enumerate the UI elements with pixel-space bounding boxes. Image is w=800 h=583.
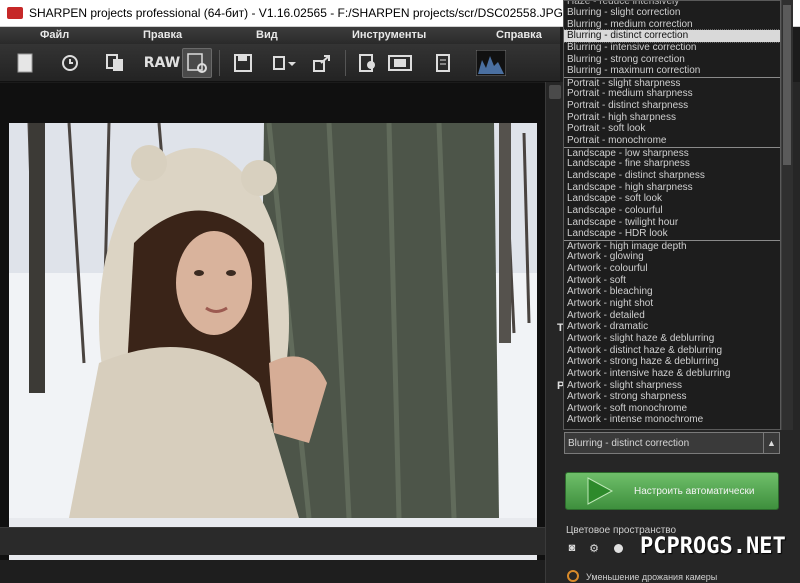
color-space-radio[interactable] xyxy=(614,544,623,553)
menu-tools[interactable]: Инструменты xyxy=(352,27,426,44)
auto-adjust-button[interactable]: Настроить автоматически xyxy=(565,472,779,510)
preset-list-item[interactable]: Landscape - HDR look xyxy=(564,228,780,240)
play-icon xyxy=(587,477,614,505)
app-logo-icon xyxy=(7,7,23,19)
film-button[interactable] xyxy=(385,48,415,78)
settings-icon[interactable]: ⚙ xyxy=(587,542,601,556)
histogram-button[interactable] xyxy=(475,48,507,78)
preset-list-item[interactable]: Artwork - slight haze & deblurring xyxy=(564,333,780,345)
preset-list-item[interactable]: Blurring - strong correction xyxy=(564,54,780,66)
preset-list-item[interactable]: Blurring - slight correction xyxy=(564,7,780,19)
history-button[interactable] xyxy=(55,48,85,78)
preset-list-item[interactable]: Artwork - strong haze & deblurring xyxy=(564,356,780,368)
preset-list-item[interactable]: Artwork - intense monochrome xyxy=(564,414,780,426)
clipboard-icon xyxy=(436,54,450,72)
compare-button[interactable] xyxy=(100,48,130,78)
preset-list-item[interactable]: Blurring - medium correction xyxy=(564,19,780,31)
preset-list-item[interactable]: Artwork - soft monochrome xyxy=(564,403,780,415)
preset-list-item[interactable]: Artwork - distinct haze & deblurring xyxy=(564,345,780,357)
history-icon xyxy=(62,55,78,71)
filmstrip-strip xyxy=(0,560,545,583)
preset-list-item[interactable]: Landscape - fine sharpness xyxy=(564,158,780,170)
menu-edit[interactable]: Правка xyxy=(143,27,182,44)
auto-adjust-label: Настроить автоматически xyxy=(634,485,755,497)
preset-list-item[interactable]: Artwork - intensive haze & deblurring xyxy=(564,368,780,380)
menu-help[interactable]: Справка xyxy=(496,27,542,44)
new-document-button[interactable] xyxy=(10,48,40,78)
preset-list-item[interactable]: Artwork - glowing xyxy=(564,251,780,263)
raw-label: RAW xyxy=(143,55,181,71)
save-button[interactable] xyxy=(228,48,258,78)
preset-list-item[interactable]: Portrait - monochrome xyxy=(564,135,780,147)
preset-list-item[interactable]: Artwork - colourful xyxy=(564,263,780,275)
batch-icon xyxy=(359,54,375,72)
export-dropdown-button[interactable] xyxy=(270,48,300,78)
preset-list-item[interactable]: Landscape - distinct sharpness xyxy=(564,170,780,182)
preset-dropdown-list[interactable]: Haze - reduce intensively Blurring - sli… xyxy=(563,0,781,430)
preset-list-item[interactable]: Artwork - detailed xyxy=(564,310,780,322)
window-title: SHARPEN projects professional (64-бит) -… xyxy=(29,6,563,20)
preset-list-item[interactable]: Artwork - night shot xyxy=(564,298,780,310)
preset-list-item[interactable]: Artwork - slight sharpness xyxy=(564,380,780,392)
panel-handle[interactable] xyxy=(549,85,561,99)
menu-view[interactable]: Вид xyxy=(256,27,278,44)
preset-list-item[interactable]: Blurring - maximum correction xyxy=(564,65,780,77)
camera-icon[interactable]: ◙ xyxy=(565,542,579,556)
share-icon xyxy=(313,55,330,72)
preset-list-item[interactable]: Blurring - distinct correction xyxy=(564,29,780,43)
preset-combo-value: Blurring - distinct correction xyxy=(568,437,690,449)
preset-list-item[interactable]: Landscape - soft look xyxy=(564,193,780,205)
toolbar: RAW xyxy=(0,44,560,82)
preset-list-item[interactable]: Landscape - high sharpness xyxy=(564,182,780,194)
preset-list-item[interactable]: Artwork - strong sharpness xyxy=(564,391,780,403)
status-strip xyxy=(0,527,545,555)
preset-list-item[interactable]: Artwork - dramatic xyxy=(564,321,780,333)
export-icon xyxy=(273,56,296,70)
histogram-icon xyxy=(476,50,506,76)
batch-button[interactable] xyxy=(352,48,382,78)
photo-preview[interactable] xyxy=(9,123,537,561)
shake-icon xyxy=(567,570,579,582)
grid-gear-icon xyxy=(187,53,207,73)
menu-file[interactable]: Файл xyxy=(40,27,69,44)
preset-list-item[interactable]: Portrait - distinct sharpness xyxy=(564,100,780,112)
shake-reduction-label: Уменьшение дрожания камеры xyxy=(586,572,718,582)
preset-list-item[interactable]: Portrait - soft look xyxy=(564,123,780,135)
preset-list-item[interactable]: Portrait - slight sharpness xyxy=(564,76,780,89)
clipboard-button[interactable] xyxy=(428,48,458,78)
copy-icon xyxy=(106,54,123,71)
preset-list-item[interactable]: Portrait - medium sharpness xyxy=(564,88,780,100)
chevron-up-icon[interactable]: ▲ xyxy=(763,433,779,453)
scrollbar-thumb[interactable] xyxy=(783,5,791,165)
settings-grid-button[interactable] xyxy=(182,48,212,78)
film-icon xyxy=(388,55,412,71)
preset-list-item[interactable]: Artwork - high image depth xyxy=(564,239,780,252)
preset-list-item[interactable]: Landscape - colourful xyxy=(564,205,780,217)
menu-bar: Файл Правка Вид Инструменты Справка xyxy=(0,27,560,44)
photo-image xyxy=(9,123,537,519)
save-icon xyxy=(234,54,252,72)
share-button[interactable] xyxy=(307,48,337,78)
preset-list-item[interactable]: Landscape - twilight hour xyxy=(564,217,780,229)
preset-list-item[interactable]: Artwork - bleaching xyxy=(564,286,780,298)
preset-list-item[interactable]: Portrait - high sharpness xyxy=(564,112,780,124)
preset-list-item[interactable]: Artwork - soft xyxy=(564,275,780,287)
document-icon xyxy=(17,53,33,73)
preset-combo[interactable]: Blurring - distinct correction ▲ xyxy=(564,432,780,454)
preset-list-item[interactable]: Landscape - low sharpness xyxy=(564,146,780,159)
watermark: PCPROGS.NET xyxy=(640,534,786,559)
raw-button[interactable]: RAW xyxy=(143,48,181,78)
preset-list-item[interactable]: Blurring - intensive correction xyxy=(564,42,780,54)
